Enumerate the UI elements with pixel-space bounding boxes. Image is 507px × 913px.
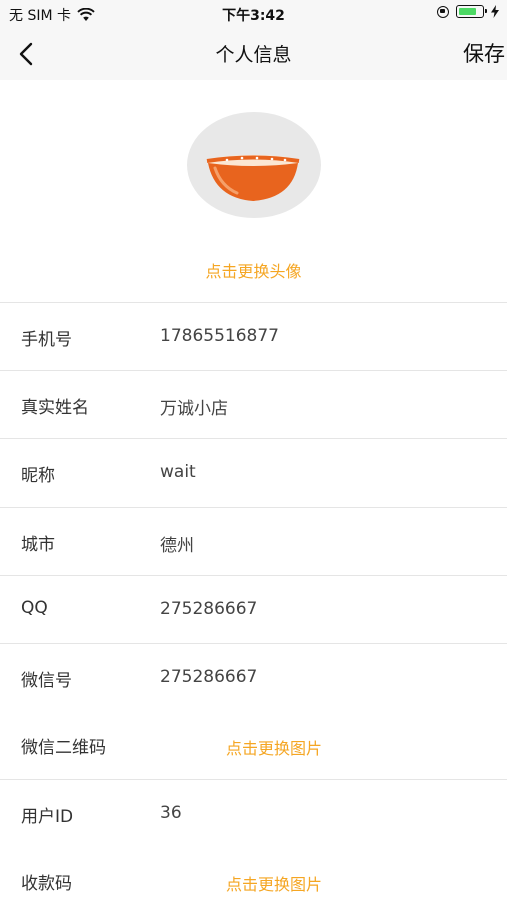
city-field[interactable]: 德州	[160, 531, 480, 556]
qq-field[interactable]: 275286667	[160, 599, 480, 619]
orientation-lock-icon	[437, 5, 449, 18]
change-payment-code-link[interactable]: 点击更换图片	[226, 871, 322, 895]
user-id-row: 用户ID 36	[0, 780, 507, 846]
bowl-icon	[206, 155, 300, 201]
back-button[interactable]	[14, 40, 40, 68]
city-label: 城市	[21, 535, 55, 555]
wechat-id-row: 微信号 275286667	[0, 644, 507, 710]
change-wechat-qr-link[interactable]: 点击更换图片	[226, 735, 322, 759]
phone-row: 手机号 17865516877	[0, 303, 507, 369]
battery-icon	[456, 5, 487, 18]
charging-icon	[491, 5, 499, 18]
nickname-row: 昵称 wait	[0, 439, 507, 505]
user-id-label: 用户ID	[21, 807, 74, 827]
change-avatar-link[interactable]: 点击更换头像	[0, 258, 507, 282]
phone-value: 17865516877	[160, 326, 279, 346]
real-name-label: 真实姓名	[21, 398, 89, 418]
qq-label: QQ	[21, 598, 48, 618]
city-row: 城市 德州	[0, 508, 507, 574]
user-id-value: 36	[160, 803, 182, 823]
real-name-field[interactable]: 万诚小店	[160, 394, 480, 419]
real-name-row: 真实姓名 万诚小店	[0, 371, 507, 437]
payment-code-label: 收款码	[21, 874, 72, 894]
chevron-left-icon	[19, 42, 33, 66]
status-right	[437, 5, 499, 18]
wechat-id-field[interactable]: 275286667	[160, 667, 480, 687]
wechat-qr-row: 微信二维码 点击更换图片	[0, 711, 507, 777]
wechat-id-label: 微信号	[21, 671, 72, 691]
status-bar: 无 SIM 卡 下午3:42	[0, 0, 507, 28]
phone-label: 手机号	[21, 330, 72, 350]
nav-bar: 个人信息 保存	[0, 28, 507, 80]
avatar-section: 点击更换头像	[0, 80, 507, 302]
nickname-label: 昵称	[21, 466, 55, 486]
wechat-qr-label: 微信二维码	[21, 738, 106, 758]
page-title: 个人信息	[215, 44, 292, 66]
payment-code-row: 收款码 点击更换图片	[0, 847, 507, 913]
avatar[interactable]	[187, 112, 321, 218]
nickname-field[interactable]: wait	[160, 462, 480, 482]
status-time: 下午3:42	[222, 8, 285, 24]
qq-row: QQ 275286667	[0, 576, 507, 642]
save-button[interactable]: 保存	[463, 38, 505, 68]
